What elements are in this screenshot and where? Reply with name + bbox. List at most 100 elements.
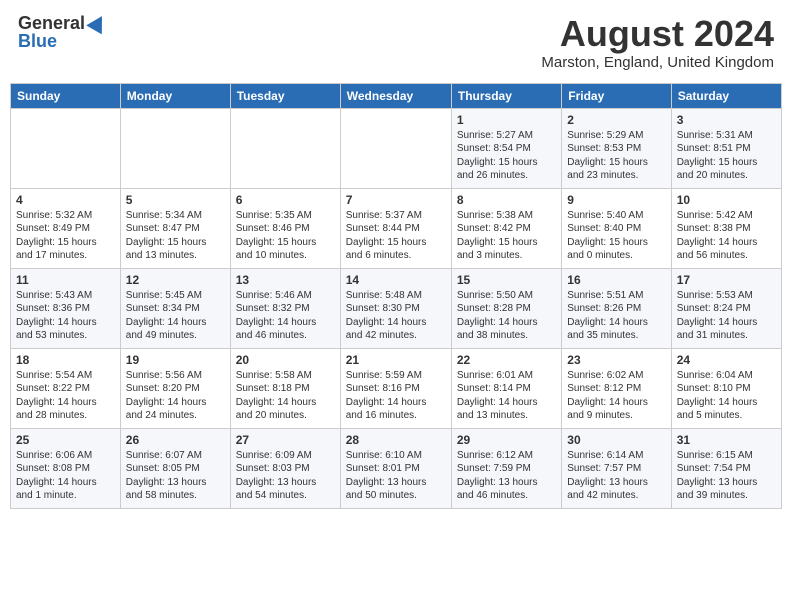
day-number: 9	[567, 193, 665, 207]
day-number: 28	[346, 433, 446, 447]
day-number: 27	[236, 433, 335, 447]
calendar-cell: 11 Sunrise: 5:43 AM Sunset: 8:36 PM Dayli…	[11, 268, 121, 348]
day-number: 20	[236, 353, 335, 367]
day-info: Sunrise: 5:56 AM Sunset: 8:20 PM Dayligh…	[126, 369, 225, 423]
calendar-cell: 22 Sunrise: 6:01 AM Sunset: 8:14 PM Dayli…	[451, 348, 561, 428]
day-info: Sunrise: 6:02 AM Sunset: 8:12 PM Dayligh…	[567, 369, 665, 423]
day-info: Sunrise: 6:07 AM Sunset: 8:05 PM Dayligh…	[126, 449, 225, 503]
day-info: Sunrise: 5:53 AM Sunset: 8:24 PM Dayligh…	[677, 289, 776, 343]
day-info: Sunrise: 5:27 AM Sunset: 8:54 PM Dayligh…	[457, 129, 556, 183]
weekday-header-thursday: Thursday	[451, 83, 561, 108]
day-number: 10	[677, 193, 776, 207]
weekday-header-wednesday: Wednesday	[340, 83, 451, 108]
day-number: 1	[457, 113, 556, 127]
day-info: Sunrise: 5:35 AM Sunset: 8:46 PM Dayligh…	[236, 209, 335, 263]
day-info: Sunrise: 5:40 AM Sunset: 8:40 PM Dayligh…	[567, 209, 665, 263]
day-info: Sunrise: 6:06 AM Sunset: 8:08 PM Dayligh…	[16, 449, 115, 503]
day-number: 18	[16, 353, 115, 367]
day-info: Sunrise: 5:59 AM Sunset: 8:16 PM Dayligh…	[346, 369, 446, 423]
day-number: 11	[16, 273, 115, 287]
day-number: 4	[16, 193, 115, 207]
day-number: 2	[567, 113, 665, 127]
calendar-cell: 3Sunrise: 5:31 AM Sunset: 8:51 PM Daylig…	[671, 108, 781, 188]
day-number: 8	[457, 193, 556, 207]
day-number: 24	[677, 353, 776, 367]
day-info: Sunrise: 5:38 AM Sunset: 8:42 PM Dayligh…	[457, 209, 556, 263]
day-number: 5	[126, 193, 225, 207]
calendar-cell: 29 Sunrise: 6:12 AM Sunset: 7:59 PM Dayli…	[451, 428, 561, 508]
day-number: 14	[346, 273, 446, 287]
day-info: Sunrise: 5:31 AM Sunset: 8:51 PM Dayligh…	[677, 129, 776, 183]
calendar-cell: 6 Sunrise: 5:35 AM Sunset: 8:46 PM Daylig…	[230, 188, 340, 268]
day-info: Sunrise: 6:09 AM Sunset: 8:03 PM Dayligh…	[236, 449, 335, 503]
day-info: Sunrise: 6:14 AM Sunset: 7:57 PM Dayligh…	[567, 449, 665, 503]
calendar-cell: 15 Sunrise: 5:50 AM Sunset: 8:28 PM Dayli…	[451, 268, 561, 348]
calendar-cell: 31 Sunrise: 6:15 AM Sunset: 7:54 PM Dayli…	[671, 428, 781, 508]
weekday-header-saturday: Saturday	[671, 83, 781, 108]
calendar-cell: 12Sunrise: 5:45 AM Sunset: 8:34 PM Dayli…	[120, 268, 230, 348]
day-number: 31	[677, 433, 776, 447]
day-info: Sunrise: 5:51 AM Sunset: 8:26 PM Dayligh…	[567, 289, 665, 343]
day-info: Sunrise: 6:10 AM Sunset: 8:01 PM Dayligh…	[346, 449, 446, 503]
day-info: Sunrise: 5:50 AM Sunset: 8:28 PM Dayligh…	[457, 289, 556, 343]
location-text: Marston, England, United Kingdom	[541, 54, 774, 71]
weekday-header-sunday: Sunday	[11, 83, 121, 108]
day-number: 29	[457, 433, 556, 447]
calendar-cell: 10 Sunrise: 5:42 AM Sunset: 8:38 PM Dayli…	[671, 188, 781, 268]
day-number: 6	[236, 193, 335, 207]
day-info: Sunrise: 5:43 AM Sunset: 8:36 PM Dayligh…	[16, 289, 115, 343]
calendar-cell: 9 Sunrise: 5:40 AM Sunset: 8:40 PM Daylig…	[562, 188, 671, 268]
calendar-cell: 13Sunrise: 5:46 AM Sunset: 8:32 PM Dayli…	[230, 268, 340, 348]
calendar-cell: 23 Sunrise: 6:02 AM Sunset: 8:12 PM Dayli…	[562, 348, 671, 428]
calendar-cell	[120, 108, 230, 188]
calendar-cell: 21 Sunrise: 5:59 AM Sunset: 8:16 PM Dayli…	[340, 348, 451, 428]
calendar-cell: 24 Sunrise: 6:04 AM Sunset: 8:10 PM Dayli…	[671, 348, 781, 428]
day-number: 23	[567, 353, 665, 367]
calendar-cell	[340, 108, 451, 188]
day-info: Sunrise: 5:29 AM Sunset: 8:53 PM Dayligh…	[567, 129, 665, 183]
day-number: 21	[346, 353, 446, 367]
calendar-cell: 4Sunrise: 5:32 AM Sunset: 8:49 PM Daylig…	[11, 188, 121, 268]
day-info: Sunrise: 6:01 AM Sunset: 8:14 PM Dayligh…	[457, 369, 556, 423]
logo-blue-text: Blue	[18, 32, 107, 50]
day-info: Sunrise: 5:58 AM Sunset: 8:18 PM Dayligh…	[236, 369, 335, 423]
calendar-cell: 25 Sunrise: 6:06 AM Sunset: 8:08 PM Dayli…	[11, 428, 121, 508]
calendar-cell: 2 Sunrise: 5:29 AM Sunset: 8:53 PM Daylig…	[562, 108, 671, 188]
month-title: August 2024	[541, 14, 774, 54]
day-info: Sunrise: 6:15 AM Sunset: 7:54 PM Dayligh…	[677, 449, 776, 503]
day-number: 12	[126, 273, 225, 287]
day-number: 7	[346, 193, 446, 207]
calendar-cell	[230, 108, 340, 188]
calendar-cell: 1 Sunrise: 5:27 AM Sunset: 8:54 PM Daylig…	[451, 108, 561, 188]
logo: General Blue	[18, 14, 107, 50]
day-number: 17	[677, 273, 776, 287]
calendar-cell: 27 Sunrise: 6:09 AM Sunset: 8:03 PM Dayli…	[230, 428, 340, 508]
day-info: Sunrise: 6:04 AM Sunset: 8:10 PM Dayligh…	[677, 369, 776, 423]
calendar-cell: 14 Sunrise: 5:48 AM Sunset: 8:30 PM Dayli…	[340, 268, 451, 348]
calendar-cell: 26Sunrise: 6:07 AM Sunset: 8:05 PM Dayli…	[120, 428, 230, 508]
calendar-cell: 16 Sunrise: 5:51 AM Sunset: 8:26 PM Dayli…	[562, 268, 671, 348]
day-number: 30	[567, 433, 665, 447]
weekday-header-friday: Friday	[562, 83, 671, 108]
day-number: 15	[457, 273, 556, 287]
logo-triangle-icon	[86, 12, 110, 35]
calendar-cell: 8 Sunrise: 5:38 AM Sunset: 8:42 PM Daylig…	[451, 188, 561, 268]
day-info: Sunrise: 5:34 AM Sunset: 8:47 PM Dayligh…	[126, 209, 225, 263]
day-number: 19	[126, 353, 225, 367]
day-info: Sunrise: 5:42 AM Sunset: 8:38 PM Dayligh…	[677, 209, 776, 263]
day-number: 13	[236, 273, 335, 287]
calendar-cell: 7 Sunrise: 5:37 AM Sunset: 8:44 PM Daylig…	[340, 188, 451, 268]
calendar-cell: 28 Sunrise: 6:10 AM Sunset: 8:01 PM Dayli…	[340, 428, 451, 508]
weekday-header-tuesday: Tuesday	[230, 83, 340, 108]
day-number: 16	[567, 273, 665, 287]
page-header: General Blue August 2024 Marston, Englan…	[10, 10, 782, 75]
day-info: Sunrise: 5:48 AM Sunset: 8:30 PM Dayligh…	[346, 289, 446, 343]
day-number: 22	[457, 353, 556, 367]
calendar-cell: 18Sunrise: 5:54 AM Sunset: 8:22 PM Dayli…	[11, 348, 121, 428]
calendar-cell: 17 Sunrise: 5:53 AM Sunset: 8:24 PM Dayli…	[671, 268, 781, 348]
calendar-cell: 19 Sunrise: 5:56 AM Sunset: 8:20 PM Dayli…	[120, 348, 230, 428]
calendar-cell: 30 Sunrise: 6:14 AM Sunset: 7:57 PM Dayli…	[562, 428, 671, 508]
day-number: 25	[16, 433, 115, 447]
day-info: Sunrise: 5:37 AM Sunset: 8:44 PM Dayligh…	[346, 209, 446, 263]
day-info: Sunrise: 6:12 AM Sunset: 7:59 PM Dayligh…	[457, 449, 556, 503]
